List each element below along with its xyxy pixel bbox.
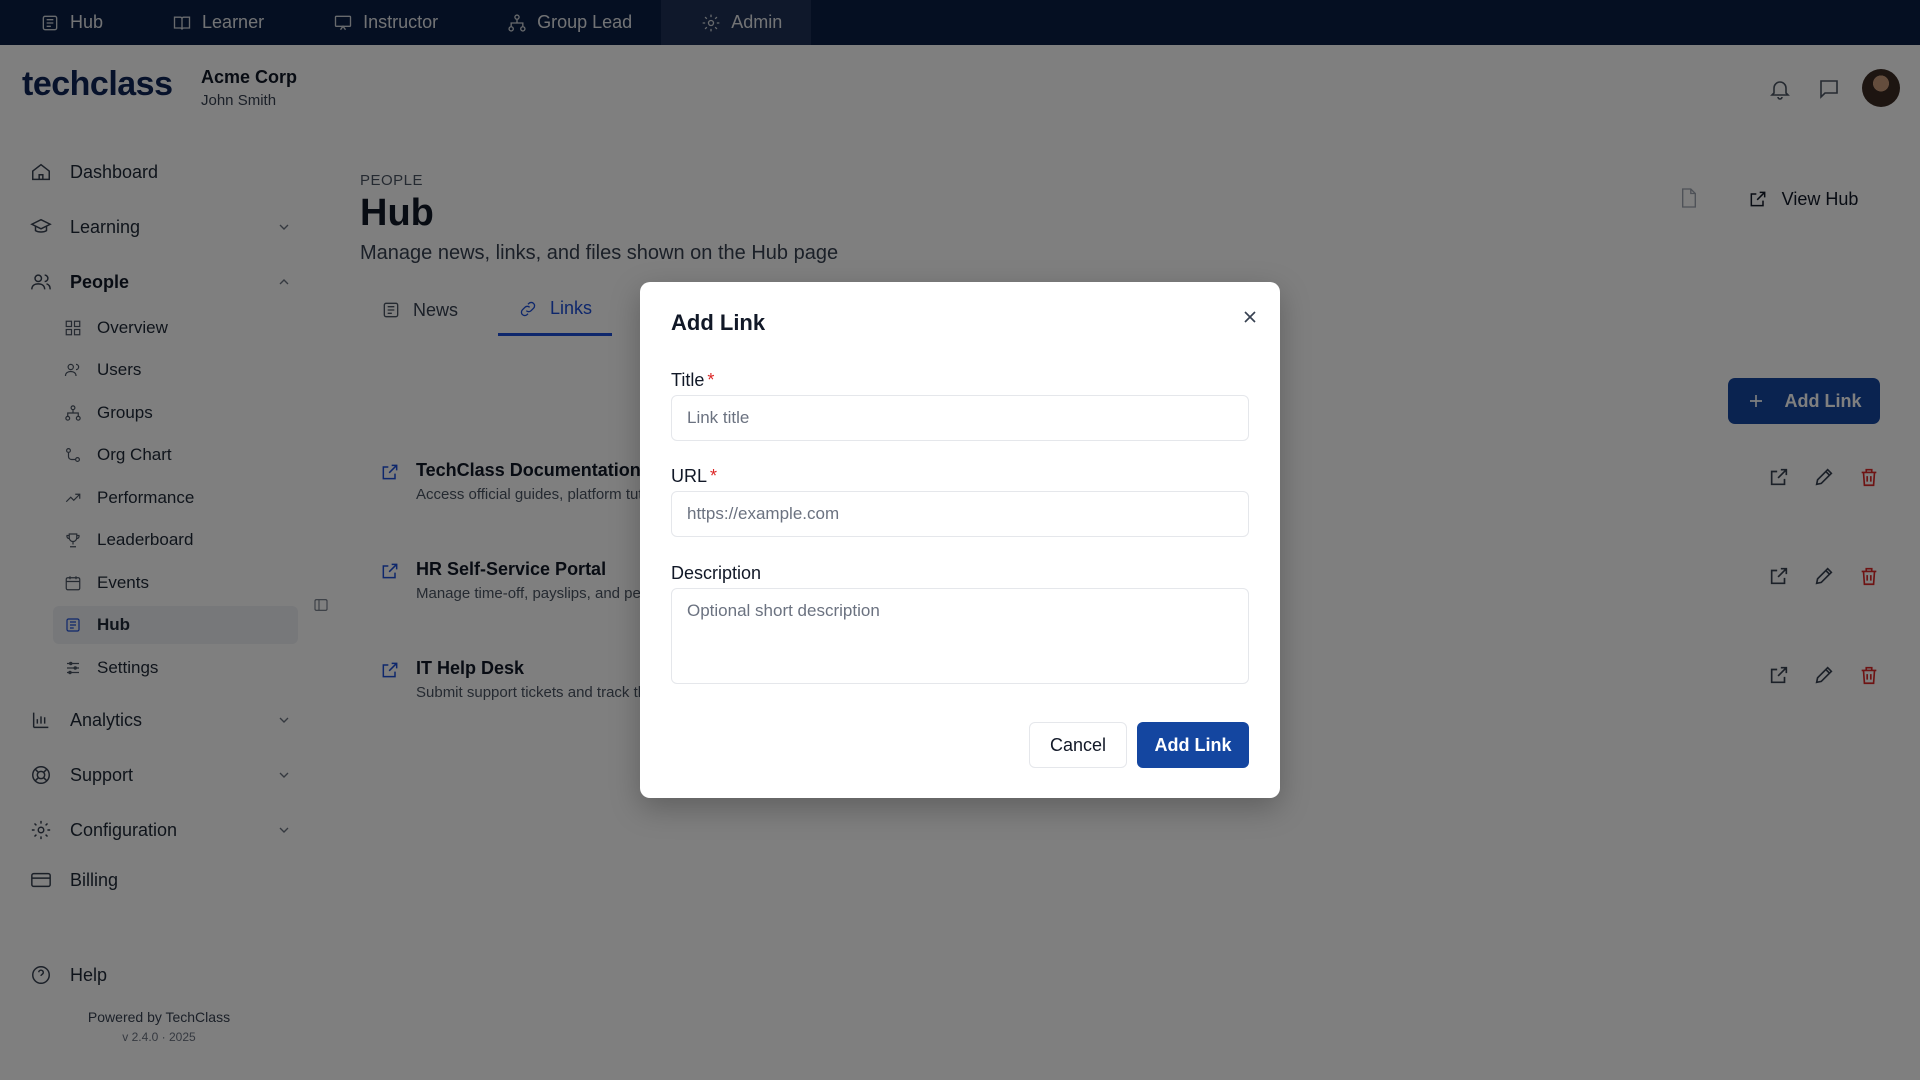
- description-label: Description: [671, 563, 762, 583]
- dialog-title: Add Link: [671, 310, 766, 335]
- url-label-text: URL: [671, 466, 708, 486]
- title-label-text: Title: [671, 370, 705, 390]
- title-label: Title *: [671, 370, 714, 391]
- required-asterisk: *: [707, 370, 715, 390]
- cancel-button[interactable]: Cancel: [1029, 722, 1127, 768]
- url-label: URL *: [671, 466, 717, 487]
- title-input[interactable]: [671, 395, 1249, 441]
- url-input[interactable]: [671, 491, 1249, 537]
- close-icon[interactable]: [1240, 307, 1260, 327]
- description-textarea[interactable]: [671, 588, 1249, 684]
- add-link-dialog: Add Link Title* URL* Description Cancel …: [640, 282, 1280, 798]
- submit-add-link-button[interactable]: Add Link: [1137, 722, 1249, 768]
- required-asterisk: *: [710, 466, 718, 486]
